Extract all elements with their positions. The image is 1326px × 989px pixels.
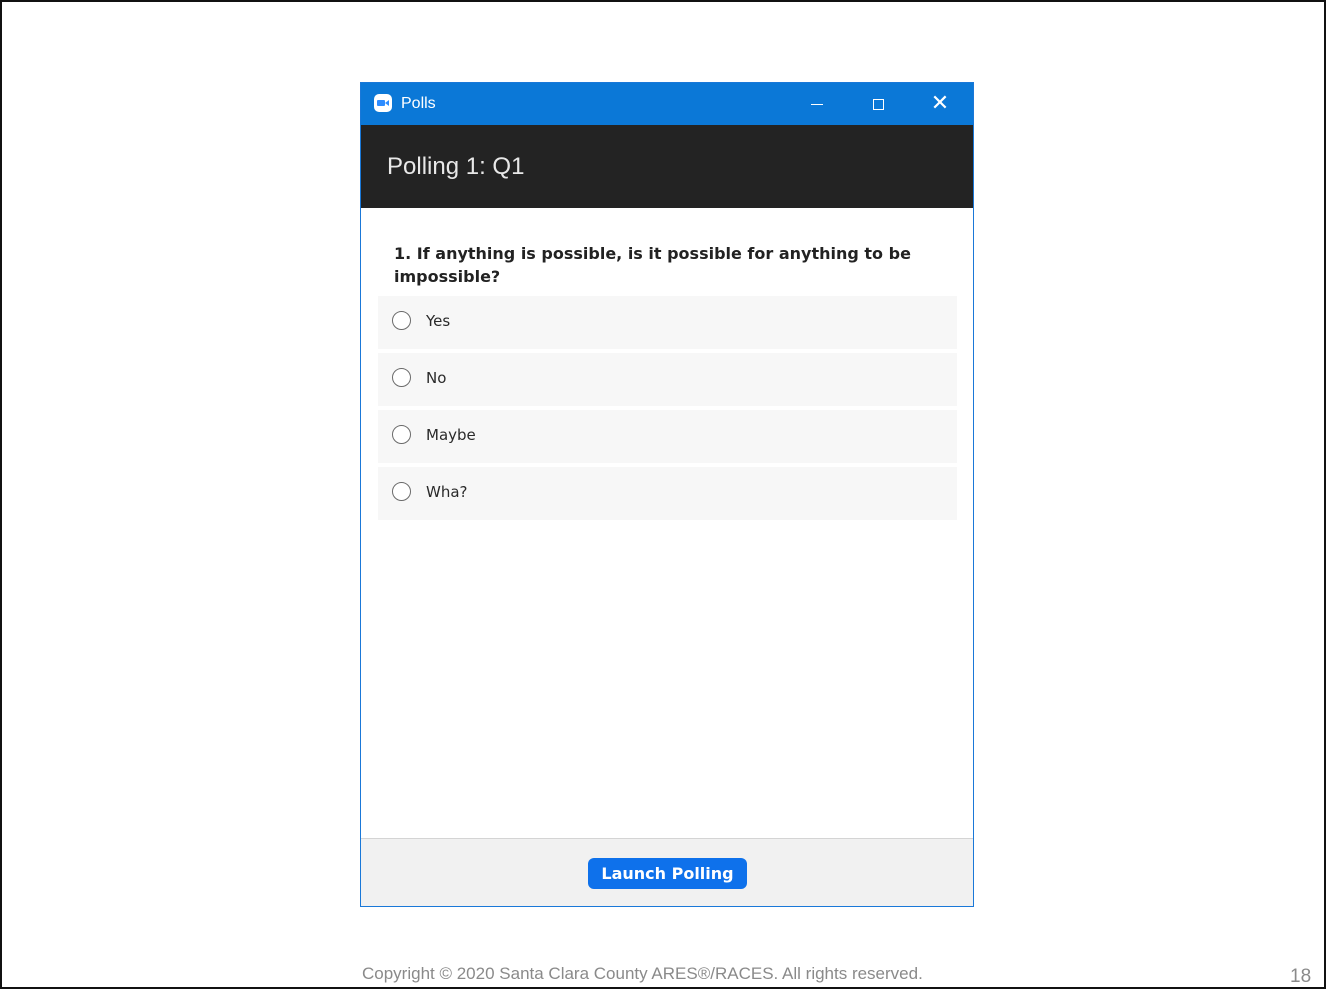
slide: Polls ✕ Polling 1: Q1 1. If anything is … xyxy=(0,0,1326,989)
copyright-text: Copyright © 2020 Santa Clara County ARES… xyxy=(362,964,923,983)
poll-option-no[interactable]: No xyxy=(378,353,957,406)
poll-footer: Launch Polling xyxy=(361,838,973,906)
zoom-camera-icon xyxy=(374,94,392,112)
option-label: Yes xyxy=(426,312,451,330)
polls-window: Polls ✕ Polling 1: Q1 1. If anything is … xyxy=(360,82,974,907)
poll-option-maybe[interactable]: Maybe xyxy=(378,410,957,463)
option-label: Wha? xyxy=(426,483,468,501)
option-label: No xyxy=(426,369,447,387)
poll-question: 1. If anything is possible, is it possib… xyxy=(394,244,911,286)
poll-title: Polling 1: Q1 xyxy=(387,153,525,180)
radio-button[interactable] xyxy=(392,425,411,444)
radio-button[interactable] xyxy=(392,311,411,330)
maximize-button[interactable] xyxy=(848,83,908,125)
radio-button[interactable] xyxy=(392,368,411,387)
poll-header: Polling 1: Q1 xyxy=(361,125,973,208)
close-button[interactable]: ✕ xyxy=(910,83,970,125)
window-titlebar[interactable]: Polls ✕ xyxy=(361,83,973,125)
launch-polling-button[interactable]: Launch Polling xyxy=(588,858,747,889)
radio-button[interactable] xyxy=(392,482,411,501)
option-label: Maybe xyxy=(426,426,476,444)
poll-option-yes[interactable]: Yes xyxy=(378,296,957,349)
window-title: Polls xyxy=(401,95,436,112)
minimize-button[interactable] xyxy=(787,83,847,125)
minimize-icon xyxy=(811,103,823,105)
poll-options: Yes No Maybe Wha? xyxy=(378,296,957,524)
close-icon: ✕ xyxy=(930,91,950,116)
maximize-icon xyxy=(872,98,884,110)
page-number: 18 xyxy=(1290,966,1312,987)
poll-option-wha[interactable]: Wha? xyxy=(378,467,957,520)
